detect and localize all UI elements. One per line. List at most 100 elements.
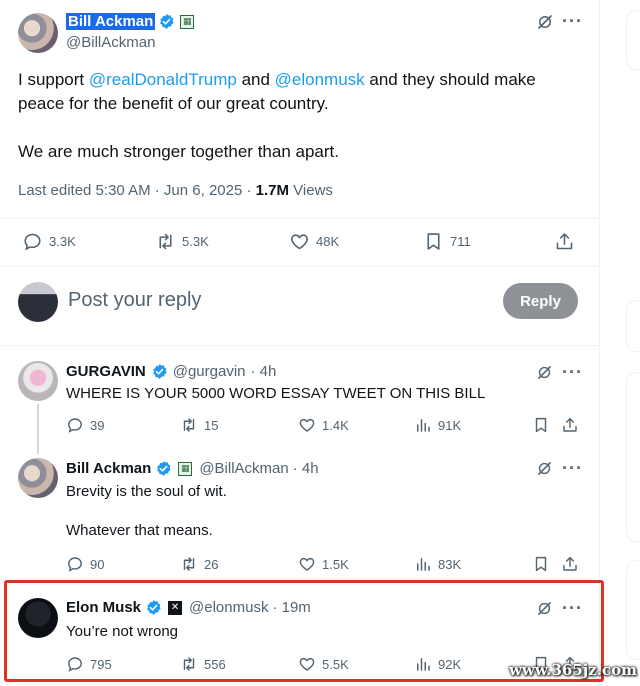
- more-icon[interactable]: ···: [562, 363, 583, 381]
- views-button[interactable]: 83K: [414, 555, 461, 573]
- view-count: 83K: [438, 556, 462, 572]
- author-handle[interactable]: @BillAckman: [66, 34, 155, 51]
- avatar[interactable]: [18, 13, 58, 53]
- tweet-text-part: and: [236, 70, 275, 89]
- like-icon: [298, 555, 316, 573]
- author-name[interactable]: GURGAVIN: [66, 363, 146, 380]
- post-time[interactable]: · 4h: [251, 363, 277, 380]
- avatar[interactable]: [18, 598, 58, 638]
- bookmark-icon[interactable]: [532, 416, 550, 434]
- grok-icon[interactable]: [536, 364, 553, 381]
- reply-button[interactable]: 90: [66, 555, 104, 573]
- reply-text: WHERE IS YOUR 5000 WORD ESSAY TWEET ON T…: [66, 385, 486, 402]
- like-icon: [298, 416, 316, 434]
- avatar[interactable]: [18, 458, 58, 498]
- views-label: Views: [289, 182, 333, 199]
- repost-button[interactable]: 26: [180, 555, 218, 573]
- verified-icon: [155, 460, 172, 477]
- affiliation-icon: ▦: [178, 461, 193, 476]
- side-panel-edge: [626, 560, 640, 660]
- like-button[interactable]: 1.4K: [298, 416, 349, 434]
- tweet-text-part: I support: [18, 70, 89, 89]
- view-count: 92K: [438, 656, 462, 672]
- side-panel-edge: [626, 300, 640, 352]
- reply-icon: [22, 231, 43, 252]
- repost-icon: [155, 231, 176, 252]
- like-icon: [289, 231, 310, 252]
- more-icon[interactable]: ···: [562, 599, 583, 617]
- bookmark-icon[interactable]: [532, 555, 550, 573]
- like-count: 1.4K: [322, 417, 349, 433]
- author-handle[interactable]: @gurgavin: [173, 363, 246, 380]
- repost-button[interactable]: 556: [180, 655, 226, 673]
- divider: [0, 266, 600, 267]
- repost-button[interactable]: 5.3K: [155, 231, 209, 252]
- bookmark-button[interactable]: 711: [423, 231, 471, 252]
- share-icon[interactable]: [561, 555, 579, 573]
- x-logo-icon: ✕: [168, 600, 183, 615]
- more-icon[interactable]: ···: [562, 459, 583, 477]
- repost-count: 26: [204, 556, 219, 572]
- tweet-timestamp[interactable]: Last edited 5:30 AM · Jun 6, 2025 ·: [18, 182, 256, 199]
- author-handle[interactable]: @elonmusk: [189, 599, 268, 616]
- author-handle[interactable]: @BillAckman: [199, 460, 288, 477]
- author-name[interactable]: Elon Musk: [66, 599, 141, 616]
- share-icon[interactable]: [561, 416, 579, 434]
- author-line: Bill Ackman ▦: [66, 13, 195, 30]
- post-time[interactable]: · 4h: [293, 460, 319, 477]
- reply-text: You’re not wrong: [66, 623, 179, 640]
- grok-icon[interactable]: [536, 460, 553, 477]
- reply-count: 90: [90, 556, 105, 572]
- views-icon: [414, 555, 432, 573]
- views-icon: [414, 416, 432, 434]
- more-icon[interactable]: ···: [562, 12, 583, 30]
- reply-count: 795: [90, 656, 112, 672]
- divider: [0, 218, 600, 219]
- user-avatar[interactable]: [18, 282, 58, 322]
- like-icon: [298, 655, 316, 673]
- views-icon: [414, 655, 432, 673]
- reply-icon: [66, 416, 84, 434]
- reply-icon: [66, 555, 84, 573]
- view-count: 91K: [438, 417, 462, 433]
- like-button[interactable]: 1.5K: [298, 555, 349, 573]
- like-button[interactable]: 48K: [289, 231, 339, 252]
- view-count: 1.7M: [255, 182, 290, 199]
- repost-icon: [180, 655, 198, 673]
- author-name[interactable]: Bill Ackman: [66, 13, 156, 30]
- bookmark-count: 711: [450, 234, 471, 249]
- repost-count: 5.3K: [182, 234, 209, 249]
- reply-button[interactable]: 3.3K: [22, 231, 76, 252]
- reply-button[interactable]: 795: [66, 655, 112, 673]
- share-icon[interactable]: [554, 231, 575, 252]
- reply-count: 39: [90, 417, 105, 433]
- like-count: 5.5K: [322, 656, 349, 672]
- tweet-text: I support @realDonaldTrump and @elonmusk…: [18, 68, 578, 116]
- reply-submit-button[interactable]: Reply: [503, 283, 578, 319]
- repost-count: 556: [204, 656, 226, 672]
- author-name[interactable]: Bill Ackman: [66, 460, 151, 477]
- verified-icon: [151, 363, 168, 380]
- repost-button[interactable]: 15: [180, 416, 218, 434]
- like-button[interactable]: 5.5K: [298, 655, 349, 673]
- author-line: Bill Ackman ▦ @BillAckman · 4h: [66, 460, 319, 477]
- watermark: www.365jz.com: [509, 661, 637, 679]
- side-panel-edge: [626, 372, 640, 542]
- views-button[interactable]: 92K: [414, 655, 461, 673]
- avatar[interactable]: [18, 361, 58, 401]
- mention-link[interactable]: @realDonaldTrump: [89, 70, 237, 89]
- like-count: 48K: [316, 234, 340, 249]
- author-line: GURGAVIN @gurgavin · 4h: [66, 363, 276, 380]
- grok-icon[interactable]: [536, 13, 554, 31]
- divider: [0, 345, 600, 346]
- reply-input[interactable]: Post your reply: [68, 289, 201, 312]
- repost-icon: [180, 555, 198, 573]
- views-button[interactable]: 91K: [414, 416, 461, 434]
- verified-icon: [145, 599, 162, 616]
- thread-connector: [37, 404, 39, 454]
- reply-button[interactable]: 39: [66, 416, 104, 434]
- grok-icon[interactable]: [536, 600, 553, 617]
- mention-link[interactable]: @elonmusk: [275, 70, 365, 89]
- post-time[interactable]: · 19m: [272, 599, 310, 616]
- tweet-meta: Last edited 5:30 AM · Jun 6, 2025 · 1.7M…: [18, 182, 333, 199]
